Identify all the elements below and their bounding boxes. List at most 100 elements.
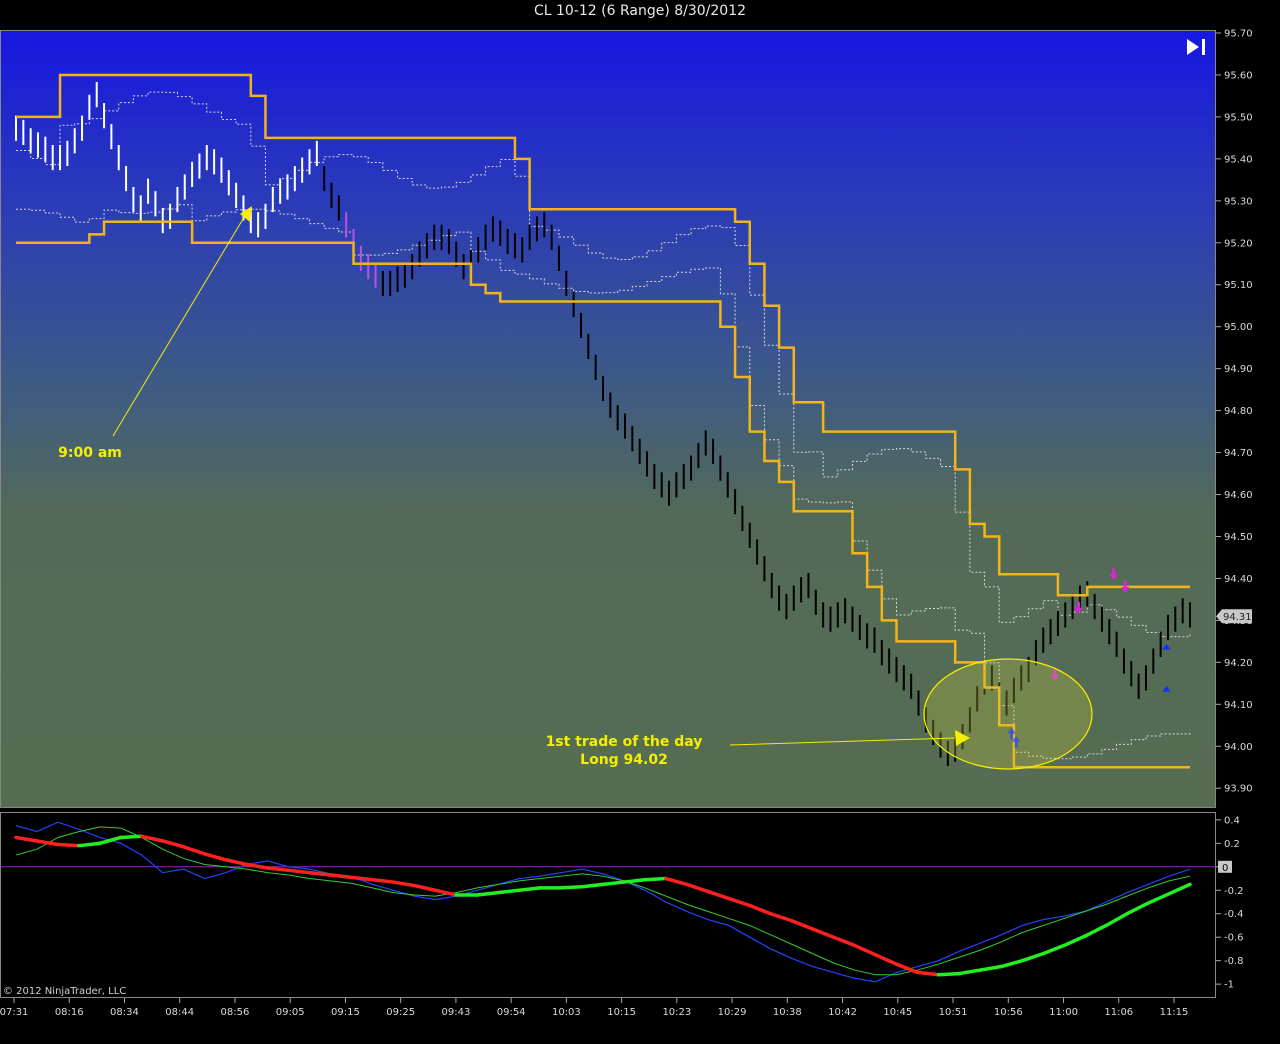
osc-slow-segment <box>1020 951 1045 963</box>
time-axis-label: 09:25 <box>386 1007 415 1018</box>
osc-slow-segment <box>223 858 249 867</box>
price-axis-label: 94.80 <box>1224 406 1253 417</box>
osc-slow-segment <box>936 971 962 977</box>
osc-slow-segment <box>35 839 60 847</box>
osc-axis-label: -0.2 <box>1224 886 1244 897</box>
osc-slow-segment <box>748 903 773 916</box>
last-price-label: 94.31 <box>1223 612 1252 623</box>
channel-upper <box>16 73 1190 597</box>
sell-marker-icon <box>1074 607 1083 614</box>
osc-slow-segment <box>517 886 542 893</box>
time-axis-label: 07:31 <box>0 1007 28 1018</box>
time-axis-label: 08:56 <box>221 1007 250 1018</box>
trade-annotation-line2: Long 94.02 <box>580 752 668 768</box>
osc-slow-segment <box>244 862 270 870</box>
osc-slow-segment <box>999 958 1025 969</box>
osc-fast-line <box>15 821 1191 983</box>
time-axis-label: 10:51 <box>939 1007 968 1018</box>
osc-slow-segment <box>286 868 312 875</box>
osc-slow-segment <box>789 919 815 931</box>
price-axis-label: 94.70 <box>1224 448 1253 459</box>
osc-slow-segment <box>810 927 836 939</box>
sell-marker-icon <box>1076 601 1080 608</box>
osc-slow-segment <box>559 884 584 890</box>
sell-marker-icon <box>1112 568 1116 575</box>
osc-slow-segment <box>727 896 752 908</box>
osc-slow-segment <box>328 873 354 880</box>
trade-highlight-ellipse <box>923 658 1093 770</box>
osc-slow-segment <box>643 876 668 882</box>
time-axis-label: 09:05 <box>276 1007 305 1018</box>
price-axis-label: 93.90 <box>1224 784 1253 795</box>
osc-slow-segment <box>14 835 39 843</box>
price-axis-label: 95.20 <box>1224 238 1253 249</box>
price-axis-label: 95.70 <box>1224 29 1253 40</box>
time-axis-label: 10:29 <box>718 1007 747 1018</box>
osc-slow-segment <box>601 880 626 887</box>
copyright-text: © 2012 NinjaTrader, LLC <box>3 986 127 997</box>
osc-slow-segment <box>852 943 878 957</box>
time-axis-label: 10:03 <box>552 1007 581 1018</box>
time-axis-label: 10:15 <box>607 1007 636 1018</box>
osc-axis-label: 0 <box>1222 863 1228 874</box>
price-axis-label: 94.60 <box>1224 490 1253 501</box>
price-axis-label: 94.40 <box>1224 574 1253 585</box>
osc-slow-segment <box>1083 923 1108 938</box>
price-axis-label: 94.00 <box>1224 742 1253 753</box>
osc-slow-segment <box>77 841 102 848</box>
osc-slow-segment <box>873 953 899 966</box>
price-axis-label: 95.30 <box>1224 196 1253 207</box>
osc-slow-segment <box>140 834 165 843</box>
annotation-pointer-0900 <box>112 213 247 437</box>
osc-slow-segment <box>831 935 857 948</box>
osc-axis-label: -0.6 <box>1224 933 1244 944</box>
osc-slow-segment <box>370 877 396 884</box>
time-annotation: 9:00 am <box>58 445 122 461</box>
price-axis-label: 95.00 <box>1224 322 1253 333</box>
osc-axis-label: -1 <box>1224 980 1234 991</box>
osc-slow-segment <box>1125 901 1150 916</box>
trade-annotation-line1: 1st trade of the day <box>545 734 703 750</box>
osc-slow-segment <box>580 882 605 889</box>
price-axis-label: 94.50 <box>1224 532 1253 543</box>
osc-axis-label: -0.8 <box>1224 956 1244 967</box>
price-axis-label: 95.50 <box>1224 112 1253 123</box>
osc-axis-label: 0.2 <box>1224 839 1240 850</box>
sell-marker-icon <box>1109 574 1118 581</box>
annotation-arrowhead-0900 <box>240 206 252 222</box>
time-axis-label: 09:54 <box>497 1007 526 1018</box>
sell-marker-icon <box>1121 586 1130 593</box>
osc-slow-segment <box>685 882 710 894</box>
time-axis-label: 10:38 <box>773 1007 802 1018</box>
osc-slow-segment <box>433 888 458 897</box>
time-axis-label: 11:06 <box>1104 1007 1133 1018</box>
osc-slow-segment <box>56 842 81 848</box>
time-axis-label: 09:15 <box>331 1007 360 1018</box>
time-axis-label: 09:43 <box>441 1007 470 1018</box>
price-axis-label: 95.10 <box>1224 280 1253 291</box>
osc-slow-segment <box>664 876 689 887</box>
buy-arrow-icon <box>1162 643 1171 650</box>
price-axis-label: 95.60 <box>1224 70 1253 81</box>
osc-axis-label: 0.4 <box>1224 815 1240 826</box>
buy-arrow-icon <box>1162 685 1171 692</box>
osc-slow-segment <box>1062 934 1087 948</box>
price-axis-label: 94.90 <box>1224 364 1253 375</box>
osc-slow-segment <box>161 839 186 849</box>
osc-slow-segment <box>706 889 731 901</box>
osc-slow-segment <box>119 834 144 840</box>
osc-slow-segment <box>1104 911 1129 928</box>
time-axis-label: 10:42 <box>828 1007 857 1018</box>
osc-slow-segment <box>181 845 207 856</box>
time-axis-label: 08:44 <box>165 1007 194 1018</box>
osc-slow-segment <box>622 877 647 884</box>
time-axis-label: 11:00 <box>1049 1007 1078 1018</box>
play-to-end-icon[interactable] <box>1184 36 1210 58</box>
osc-slow-segment <box>307 870 333 877</box>
price-axis-label: 94.10 <box>1224 700 1253 711</box>
osc-slow-segment <box>265 866 291 873</box>
chart-svg: 95.70 95.60 95.50 95.40 95.30 95.20 95.10 95.00… <box>0 29 1253 1018</box>
time-axis-label: 10:45 <box>883 1007 912 1018</box>
osc-slow-segment <box>496 888 521 895</box>
time-axis-label: 10:23 <box>662 1007 691 1018</box>
